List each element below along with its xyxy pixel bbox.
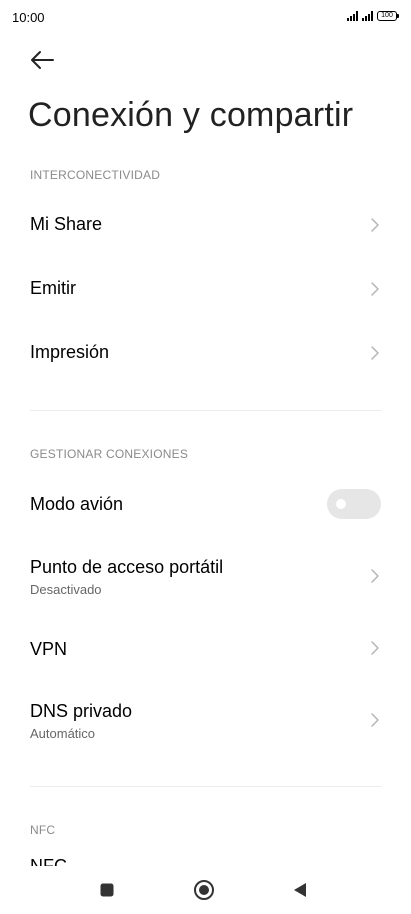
back-nav-button[interactable] [288,878,312,902]
nfc-label: NFC [30,856,67,866]
cast-row[interactable]: Emitir [0,261,411,317]
mi-share-row[interactable]: Mi Share [0,197,411,253]
recents-button[interactable] [95,878,119,902]
chevron-right-icon [371,713,379,727]
printing-row[interactable]: Impresión [0,325,411,381]
square-icon [100,883,114,897]
section-divider [30,786,381,787]
page-title: Conexión y compartir [28,96,354,134]
vpn-row[interactable]: VPN [0,620,411,676]
triangle-left-icon [294,883,306,897]
section-header-connections: GESTIONAR CONEXIONES [30,447,189,461]
status-bar: 10:00 100 [0,0,411,38]
toggle-knob [336,499,346,509]
airplane-mode-label: Modo avión [30,494,124,514]
airplane-mode-row[interactable]: Modo avión [0,476,411,532]
vpn-label: VPN [30,639,68,659]
chevron-right-icon [371,346,379,360]
mi-share-label: Mi Share [30,214,103,234]
signal-icon [347,11,358,21]
chevron-right-icon [371,569,379,583]
private-dns-row[interactable]: DNS privado Automático [0,692,411,748]
private-dns-status: Automático [30,726,96,741]
circle-icon [194,880,214,900]
hotspot-label: Punto de acceso portátil [30,557,224,577]
navigation-bar [0,866,411,914]
airplane-mode-toggle[interactable] [327,489,381,519]
arrow-left-icon [31,51,54,69]
chevron-right-icon [371,282,379,296]
back-button[interactable] [28,46,56,74]
status-icons: 100 [347,11,399,21]
nfc-row[interactable]: NFC [0,848,411,866]
battery-level: 100 [381,12,393,19]
battery-icon: 100 [377,11,399,21]
private-dns-label: DNS privado [30,701,133,721]
chevron-right-icon [371,218,379,232]
chevron-right-icon [371,641,379,655]
signal-icon [362,11,373,21]
hotspot-status: Desactivado [30,582,102,597]
section-header-interconnectivity: INTERCONECTIVIDAD [30,168,161,182]
section-header-nfc: NFC [30,823,56,837]
home-button[interactable] [192,878,216,902]
section-divider [30,410,381,411]
hotspot-row[interactable]: Punto de acceso portátil Desactivado [0,548,411,604]
status-time: 10:00 [12,10,45,25]
printing-label: Impresión [30,342,110,362]
cast-label: Emitir [30,278,76,298]
